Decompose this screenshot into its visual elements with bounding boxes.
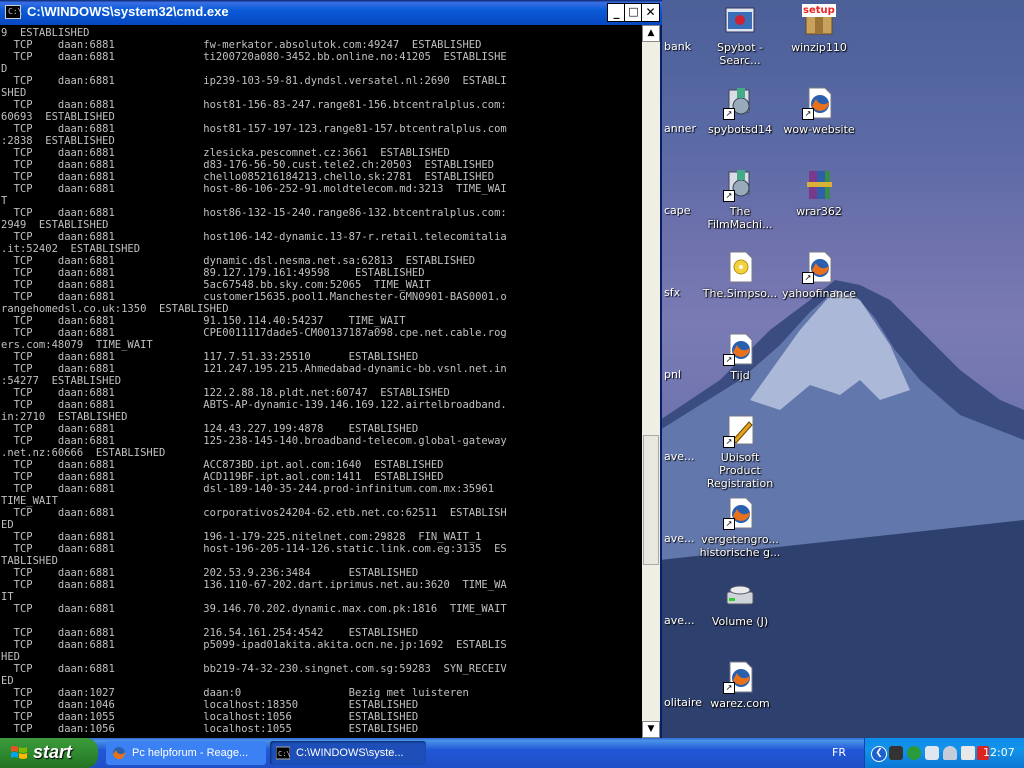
cmd-icon: C:\ <box>276 746 290 760</box>
scroll-up-button[interactable]: ▲ <box>642 25 660 42</box>
partial-icon-label[interactable]: ave... <box>664 614 695 627</box>
close-button[interactable]: ✕ <box>641 3 660 22</box>
media-file-icon <box>723 250 757 284</box>
winzip-setup-icon: setup <box>802 4 836 38</box>
shortcut-arrow-icon: ↗ <box>723 354 735 366</box>
desktop-icon-simpsons[interactable]: The.Simpso... <box>699 250 781 300</box>
drive-icon <box>723 578 757 612</box>
shortcut-arrow-icon: ↗ <box>723 518 735 530</box>
desktop-icon-label: Ubisoft Product Registration <box>706 451 774 490</box>
desktop-icon-ubisoft[interactable]: ↗ Ubisoft Product Registration <box>699 414 781 490</box>
partial-icon-label[interactable]: anner <box>664 122 696 135</box>
start-label: start <box>33 742 73 762</box>
installer-icon: ↗ <box>723 168 757 202</box>
shortcut-arrow-icon: ↗ <box>802 108 814 120</box>
desktop-icon-label: vergetengro... historische g... <box>699 533 781 559</box>
desktop-icon-yahoofinance[interactable]: ↗ yahoofinance <box>778 250 860 300</box>
scroll-down-button[interactable]: ▼ <box>642 721 660 738</box>
partial-icon-label[interactable]: pnl <box>664 368 681 381</box>
firefox-icon: ↗ <box>723 332 757 366</box>
setup-badge: setup <box>802 4 836 17</box>
taskbar-item-label: Pc helpforum - Reage... <box>132 747 249 759</box>
desktop-icon-label: yahoofinance <box>781 287 857 300</box>
cmd-window[interactable]: C:\ C:\WINDOWS\system32\cmd.exe _ □ ✕ 9 … <box>0 0 662 738</box>
shortcut-arrow-icon: ↗ <box>723 190 735 202</box>
green-e-icon[interactable] <box>907 746 921 760</box>
desktop-icon-filmmachine[interactable]: ↗ The FilmMachi... <box>699 168 781 231</box>
partial-icon-label[interactable]: sfx <box>664 286 680 299</box>
desktop-icon-spybotsd14[interactable]: ↗ spybotsd14 <box>699 86 781 136</box>
desktop-icon-warez[interactable]: ↗ warez.com <box>699 660 781 710</box>
firefox-icon: ↗ <box>802 86 836 120</box>
clock[interactable]: 12:07 <box>983 746 1015 759</box>
cmd-icon-text: C:\ <box>8 7 23 16</box>
microphone-icon[interactable] <box>961 746 975 760</box>
svg-text:C:\: C:\ <box>278 750 290 758</box>
shortcut-arrow-icon: ↗ <box>802 272 814 284</box>
firefox-icon: ↗ <box>723 660 757 694</box>
system-tray: ❮ 12:07 <box>864 738 1024 768</box>
network-icon[interactable] <box>925 746 939 760</box>
installer-icon: ↗ <box>723 86 757 120</box>
partial-icon-label[interactable]: ave... <box>664 532 695 545</box>
desktop-icon-wow-website[interactable]: ↗ wow-website <box>778 86 860 136</box>
desktop-icon-winzip110[interactable]: setup winzip110 <box>778 4 860 54</box>
cmd-icon[interactable]: C:\ <box>5 5 23 19</box>
winrar-icon <box>802 168 836 202</box>
firefox-icon: ↗ <box>723 496 757 530</box>
desktop-icon-label: Tijd <box>730 369 750 382</box>
desktop-icon-label: wow-website <box>783 123 855 136</box>
firefox-icon: ↗ <box>802 250 836 284</box>
scroll-thumb[interactable] <box>643 435 659 565</box>
desktop-icon-wrar362[interactable]: wrar362 <box>778 168 860 218</box>
desktop-icon-label: The.Simpso... <box>702 287 778 300</box>
desktop-icon-label: spybotsd14 <box>708 123 772 136</box>
taskbar-item-cmd[interactable]: C:\ C:\WINDOWS\syste... <box>270 741 426 765</box>
partial-icon-label[interactable]: cape <box>664 204 691 217</box>
desktop-icon-label: Spybot - Searc... <box>717 41 763 67</box>
desktop-icon-label: Volume (J) <box>711 615 769 628</box>
desktop-icon-spybot[interactable]: Spybot - Searc... <box>699 4 781 67</box>
vertical-scrollbar[interactable]: ▲ ▼ <box>642 25 660 738</box>
window-titlebar[interactable]: C:\ C:\WINDOWS\system32\cmd.exe _ □ ✕ <box>0 0 662 25</box>
console-text: 9 ESTABLISHED TCP daan:6881 fw-merkator.… <box>1 27 507 735</box>
partial-icon-label[interactable]: ave... <box>664 450 695 463</box>
taskbar-item-label: C:\WINDOWS\syste... <box>296 747 404 759</box>
window-title: C:\WINDOWS\system32\cmd.exe <box>27 4 229 19</box>
desktop-icon-volume-j[interactable]: Volume (J) <box>699 578 781 628</box>
desktop-icon-label: winzip110 <box>791 41 847 54</box>
windows-flag-icon <box>11 746 27 759</box>
ubisoft-icon: ↗ <box>723 414 757 448</box>
spybot-icon <box>723 4 757 38</box>
show-hidden-icons-icon[interactable]: ❮ <box>871 746 887 762</box>
dog-icon[interactable] <box>889 746 903 760</box>
taskbar-item-firefox[interactable]: Pc helpforum - Reage... <box>106 741 266 765</box>
shortcut-arrow-icon: ↗ <box>723 682 735 694</box>
desktop-icon-label: wrar362 <box>796 205 842 218</box>
taskbar: start Pc helpforum - Reage... C:\ C:\WIN… <box>0 738 1024 768</box>
start-button[interactable]: start <box>0 738 98 768</box>
shortcut-arrow-icon: ↗ <box>723 108 735 120</box>
firefox-icon <box>113 747 126 760</box>
desktop-icon-label: The FilmMachi... <box>707 205 773 231</box>
partial-icon-label[interactable]: bank <box>664 40 691 53</box>
console-output[interactable]: 9 ESTABLISHED TCP daan:6881 fw-merkator.… <box>0 25 642 738</box>
desktop-icon-tijd[interactable]: ↗ Tijd <box>699 332 781 382</box>
user-icon[interactable] <box>943 746 957 760</box>
shortcut-arrow-icon: ↗ <box>723 436 735 448</box>
desktop-icon-vergetengroningen[interactable]: ↗ vergetengro... historische g... <box>699 496 781 559</box>
desktop-icon-label: warez.com <box>710 697 770 710</box>
partial-icon-label[interactable]: olitaire <box>664 696 702 709</box>
language-indicator[interactable]: FR <box>832 746 846 759</box>
